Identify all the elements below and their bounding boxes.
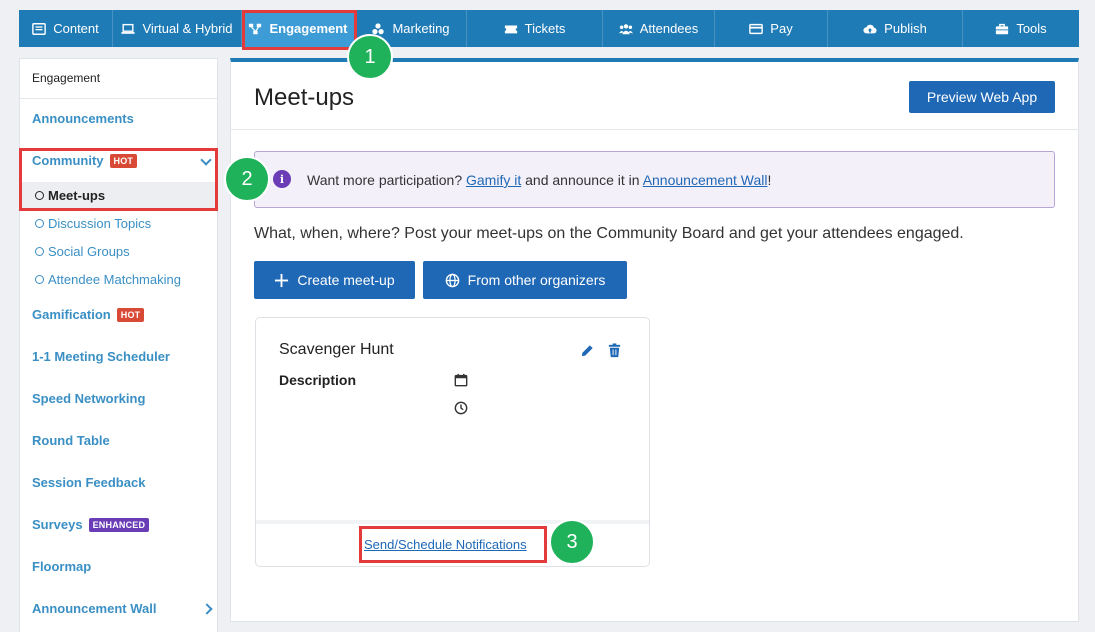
button-label: From other organizers xyxy=(467,272,606,288)
info-icon: i xyxy=(273,170,291,188)
enhanced-badge: ENHANCED xyxy=(88,517,150,532)
sidebar-item-label: Announcements xyxy=(32,111,134,126)
tab-label: Publish xyxy=(884,21,927,36)
tab-engagement[interactable]: Engagement xyxy=(242,10,355,47)
step-marker: 3 xyxy=(549,519,595,565)
description-label: Description xyxy=(279,372,357,388)
sidebar-item-label: Announcement Wall xyxy=(32,601,157,616)
sidebar-subitem-label: Meet-ups xyxy=(48,187,106,203)
sidebar-item-announcement-wall[interactable]: Announcement Wall xyxy=(32,601,156,616)
sidebar-item-session-feedback[interactable]: Session Feedback xyxy=(32,475,145,490)
sidebar-item-round-table[interactable]: Round Table xyxy=(32,433,110,448)
tab-virtual-hybrid[interactable]: Virtual & Hybrid xyxy=(113,10,242,47)
tab-label: Tickets xyxy=(524,21,566,36)
sidebar-subitem-discussion-topics[interactable]: Discussion Topics xyxy=(35,216,151,231)
sidebar-item-meeting-scheduler[interactable]: 1-1 Meeting Scheduler xyxy=(32,349,170,364)
chevron-right-icon[interactable] xyxy=(201,603,213,615)
sidebar: Engagement Announcements Community HOT M… xyxy=(19,58,218,632)
sidebar-item-announcements[interactable]: Announcements xyxy=(32,111,134,126)
gamify-link[interactable]: Gamify it xyxy=(466,172,521,188)
tab-tools[interactable]: Tools xyxy=(963,10,1079,47)
step-marker: 1 xyxy=(347,34,393,80)
info-middle: and announce it in xyxy=(525,172,640,188)
sidebar-item-label: Floormap xyxy=(32,559,92,574)
tab-label: Engagement xyxy=(269,21,348,36)
sidebar-item-label: 1-1 Meeting Scheduler xyxy=(32,349,170,364)
send-schedule-notifications-link[interactable]: Send/Schedule Notifications xyxy=(364,537,527,552)
sidebar-item-label: Speed Networking xyxy=(32,391,146,406)
sidebar-item-label: Session Feedback xyxy=(32,475,146,490)
circle-icon xyxy=(35,190,44,200)
clock-icon xyxy=(454,401,468,415)
info-text: Want more participation? Gamify it and a… xyxy=(307,172,771,188)
pencil-icon[interactable] xyxy=(580,343,595,358)
button-label: Create meet-up xyxy=(297,272,395,288)
sidebar-item-label: Round Table xyxy=(32,433,110,448)
tab-label: Pay xyxy=(770,21,793,36)
hot-badge: HOT xyxy=(109,153,138,168)
info-suffix: ! xyxy=(767,172,772,188)
circle-icon xyxy=(35,219,44,228)
sidebar-item-floormap[interactable]: Floormap xyxy=(32,559,91,574)
chevron-down-icon[interactable] xyxy=(200,154,212,166)
meetup-title: Scavenger Hunt xyxy=(279,341,394,358)
trash-icon[interactable] xyxy=(607,343,622,358)
globe-icon xyxy=(445,273,459,287)
tab-label: Tools xyxy=(1016,21,1047,36)
attendees-icon xyxy=(618,23,633,34)
tab-publish[interactable]: Publish xyxy=(828,10,963,47)
sidebar-item-label: Community xyxy=(32,153,104,168)
sidebar-item-community[interactable]: Community HOT xyxy=(32,153,138,168)
sidebar-subitem-label: Discussion Topics xyxy=(48,216,152,231)
tab-tickets[interactable]: Tickets xyxy=(467,10,603,47)
info-prefix: Want more participation? xyxy=(307,172,463,188)
sidebar-item-speed-networking[interactable]: Speed Networking xyxy=(32,391,145,406)
ticket-icon xyxy=(504,25,517,33)
create-meetup-button[interactable]: Create meet-up xyxy=(254,261,415,299)
cloud-upload-icon xyxy=(863,24,877,33)
sidebar-subitem-meetups[interactable]: Meet-ups xyxy=(20,182,215,208)
tab-label: Content xyxy=(53,21,99,36)
sidebar-header: Engagement xyxy=(20,59,217,99)
announcement-wall-link[interactable]: Announcement Wall xyxy=(643,172,768,188)
sidebar-subitem-attendee-matchmaking[interactable]: Attendee Matchmaking xyxy=(35,272,181,287)
calendar-icon xyxy=(454,373,468,387)
tab-label: Virtual & Hybrid xyxy=(142,21,233,36)
hot-badge: HOT xyxy=(116,307,145,322)
engagement-icon xyxy=(249,23,262,34)
circle-icon xyxy=(35,275,44,284)
from-other-organizers-button[interactable]: From other organizers xyxy=(423,261,627,299)
top-navigation: Content Virtual & Hybrid Engagement Mark… xyxy=(19,10,1079,47)
info-banner: i Want more participation? Gamify it and… xyxy=(254,151,1055,208)
divider xyxy=(231,129,1078,130)
tab-label: Marketing xyxy=(392,21,450,36)
laptop-icon xyxy=(121,23,136,34)
tab-attendees[interactable]: Attendees xyxy=(603,10,715,47)
card-icon xyxy=(749,23,764,34)
sidebar-subitem-label: Social Groups xyxy=(48,244,130,259)
sidebar-item-label: Gamification xyxy=(32,307,111,322)
tab-content[interactable]: Content xyxy=(19,10,113,47)
sidebar-subitem-social-groups[interactable]: Social Groups xyxy=(35,244,130,259)
preview-web-app-button[interactable]: Preview Web App xyxy=(909,81,1055,113)
toolbox-icon xyxy=(996,23,1009,34)
page-title: Meet-ups xyxy=(254,84,355,111)
page-description: What, when, where? Post your meet-ups on… xyxy=(254,225,964,242)
tab-pay[interactable]: Pay xyxy=(715,10,828,47)
circle-icon xyxy=(35,247,44,256)
sidebar-item-surveys[interactable]: Surveys ENHANCED xyxy=(32,517,150,532)
main-panel: Meet-ups Preview Web App i Want more par… xyxy=(230,58,1079,622)
sidebar-item-label: Surveys xyxy=(32,517,83,532)
tab-label: Attendees xyxy=(639,21,699,36)
step-marker: 2 xyxy=(224,156,270,202)
sidebar-subitem-label: Attendee Matchmaking xyxy=(48,272,181,287)
content-icon xyxy=(32,22,47,35)
plus-icon xyxy=(275,273,289,287)
sidebar-item-gamification[interactable]: Gamification HOT xyxy=(32,307,145,322)
